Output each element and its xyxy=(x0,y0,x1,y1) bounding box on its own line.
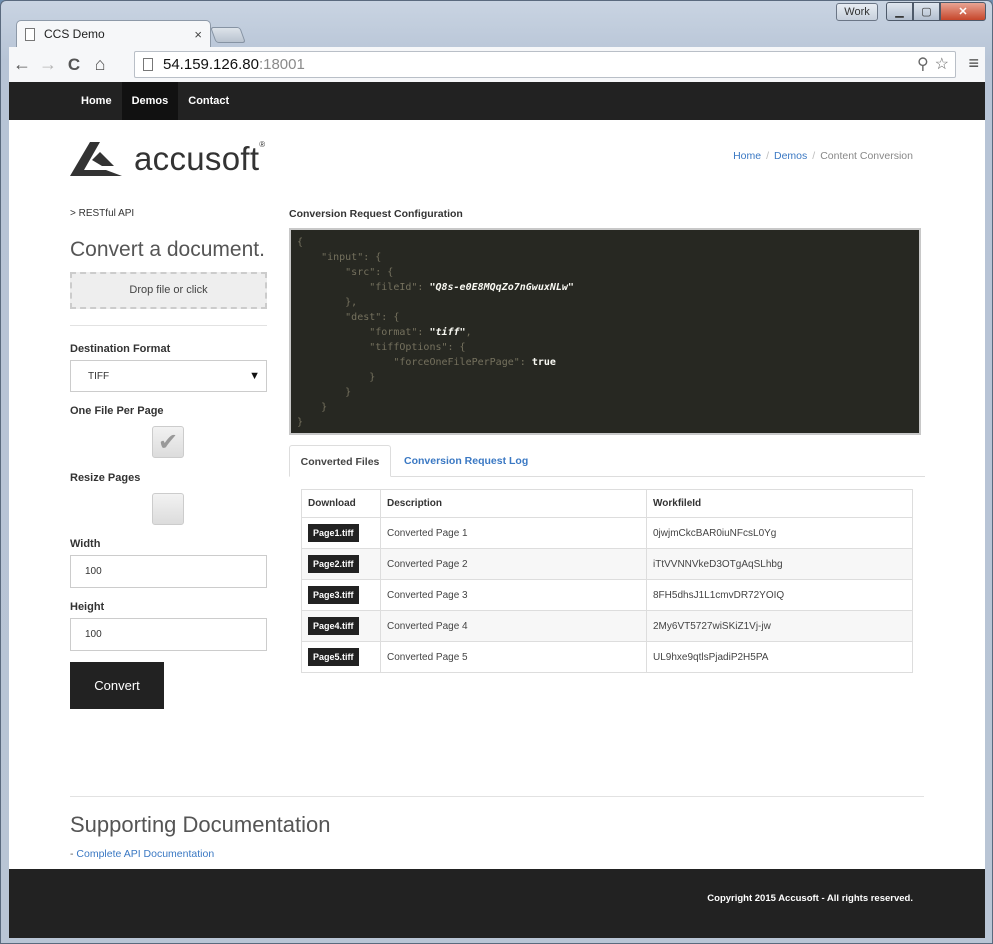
api-label: > RESTful API xyxy=(70,208,135,219)
page-header: accusoft® Home / Demos / Content Conversion xyxy=(9,120,985,208)
browser-toolbar: ← → C ⌂ 54.159.126.80:18001 ⚲ ☆ ≡ xyxy=(9,47,985,82)
resize-pages-label: Resize Pages xyxy=(70,472,141,484)
convert-button[interactable]: Convert xyxy=(70,662,164,709)
maximize-button[interactable]: ▢ xyxy=(913,2,940,21)
conversion-form: > RESTful API Convert a document. Drop f… xyxy=(70,208,267,709)
conversion-output: Conversion Request Configuration { "inpu… xyxy=(289,208,925,673)
dropdown-caret-icon: ▼ xyxy=(249,370,260,382)
table-header-row: Download Description WorkfileId xyxy=(301,489,913,518)
divider xyxy=(70,796,924,797)
description-cell: Converted Page 3 xyxy=(380,579,647,611)
output-tabs: Converted Files Conversion Request Log xyxy=(289,445,925,477)
table-row: Page4.tiff Converted Page 4 2My6VT5727wi… xyxy=(301,610,913,642)
tab-close-icon[interactable]: × xyxy=(194,27,202,42)
supporting-docs: Supporting Documentation - Complete API … xyxy=(70,812,331,860)
file-dropzone[interactable]: Drop file or click xyxy=(70,272,267,309)
page-icon xyxy=(143,58,153,71)
url-port: :18001 xyxy=(258,56,305,73)
converted-files-table: Download Description WorkfileId Page1.ti… xyxy=(301,489,913,673)
page-title: Convert a document. xyxy=(70,238,265,261)
download-button[interactable]: Page3.tiff xyxy=(308,586,359,604)
back-icon[interactable]: ← xyxy=(9,52,35,78)
site-navbar: Home Demos Contact xyxy=(9,82,985,120)
api-documentation-link[interactable]: Complete API Documentation xyxy=(76,848,214,860)
breadcrumb-separator: / xyxy=(766,150,769,162)
column-header: WorkfileId xyxy=(646,489,913,518)
download-button[interactable]: Page5.tiff xyxy=(308,648,359,666)
title-bar: Work ▁ ▢ ✕ CCS Demo × xyxy=(1,1,992,47)
accusoft-logo-icon xyxy=(70,142,122,176)
logo-text: accusoft® xyxy=(134,140,266,177)
breadcrumb-home[interactable]: Home xyxy=(733,150,761,162)
browser-window: Work ▁ ▢ ✕ CCS Demo × ← → C ⌂ 54.159.126… xyxy=(0,0,993,944)
workfile-id-cell: 8FH5dhsJ1L1cmvDR72YOIQ xyxy=(646,579,913,611)
supporting-docs-heading: Supporting Documentation xyxy=(70,812,331,837)
site-footer: Copyright 2015 Accusoft - All rights res… xyxy=(9,869,985,938)
breadcrumb-separator: / xyxy=(812,150,816,162)
minimize-button[interactable]: ▁ xyxy=(886,2,913,21)
url-host: 54.159.126.80 xyxy=(163,56,259,73)
tab-title: CCS Demo xyxy=(44,27,105,41)
config-title: Conversion Request Configuration xyxy=(289,208,463,220)
request-config-code: { "input": { "src": { "fileId": "Q8s-e0E… xyxy=(289,228,921,435)
workfile-id-cell: 2My6VT5727wiSKiZ1Vj-jw xyxy=(646,610,913,642)
description-cell: Converted Page 1 xyxy=(380,517,647,549)
tab-converted-files[interactable]: Converted Files xyxy=(289,445,391,477)
breadcrumb-current: Content Conversion xyxy=(820,150,913,162)
dest-format-select[interactable]: TIFF ▼ xyxy=(70,360,267,392)
window-controls: ▁ ▢ ✕ xyxy=(886,2,986,21)
height-input[interactable]: 100 xyxy=(70,618,267,651)
page-icon xyxy=(25,27,35,41)
nav-contact[interactable]: Contact xyxy=(178,82,239,120)
omnibox-actions: ⚲ ☆ xyxy=(917,54,949,74)
tab-conversion-request-log[interactable]: Conversion Request Log xyxy=(404,445,528,477)
workfile-id-cell: 0jwjmCkcBAR0iuNFcsL0Yg xyxy=(646,517,913,549)
one-file-per-page-label: One File Per Page xyxy=(70,405,164,417)
copyright-text: Copyright 2015 Accusoft - All rights res… xyxy=(707,893,913,904)
description-cell: Converted Page 4 xyxy=(380,610,647,642)
workfile-id-cell: iTtVVNNVkeD3OTgAqSLhbg xyxy=(646,548,913,580)
one-file-per-page-checkbox[interactable]: ✔ xyxy=(152,426,184,458)
nav-demos[interactable]: Demos xyxy=(121,82,179,120)
search-icon[interactable]: ⚲ xyxy=(917,54,929,74)
download-button[interactable]: Page2.tiff xyxy=(308,555,359,573)
reload-icon[interactable]: C xyxy=(61,52,87,78)
description-cell: Converted Page 5 xyxy=(380,641,647,673)
home-icon[interactable]: ⌂ xyxy=(87,52,113,78)
description-cell: Converted Page 2 xyxy=(380,548,647,580)
address-bar[interactable]: 54.159.126.80:18001 ⚲ ☆ xyxy=(134,51,956,78)
table-row: Page1.tiff Converted Page 1 0jwjmCkcBAR0… xyxy=(301,517,913,549)
page-viewport: Home Demos Contact accusoft® Home / Demos /… xyxy=(9,82,985,938)
table-row: Page2.tiff Converted Page 2 iTtVVNNVkeD3… xyxy=(301,548,913,580)
table-row: Page5.tiff Converted Page 5 UL9hxe9qtlsP… xyxy=(301,641,913,673)
new-tab-button[interactable] xyxy=(210,27,246,43)
doc-link-row: - Complete API Documentation xyxy=(70,848,331,860)
download-button[interactable]: Page4.tiff xyxy=(308,617,359,635)
divider xyxy=(70,325,267,326)
download-button[interactable]: Page1.tiff xyxy=(308,524,359,542)
close-window-button[interactable]: ✕ xyxy=(940,2,986,21)
resize-pages-checkbox[interactable] xyxy=(152,493,184,525)
dest-format-value: TIFF xyxy=(88,370,110,382)
browser-tab[interactable]: CCS Demo × xyxy=(16,20,211,47)
checkmark-icon: ✔ xyxy=(157,428,179,456)
breadcrumb-demos[interactable]: Demos xyxy=(774,150,807,162)
width-label: Width xyxy=(70,538,101,550)
width-input[interactable]: 100 xyxy=(70,555,267,588)
profile-badge[interactable]: Work xyxy=(836,3,878,21)
column-header: Download xyxy=(301,489,381,518)
accusoft-logo[interactable]: accusoft® xyxy=(70,140,266,178)
forward-icon[interactable]: → xyxy=(35,52,61,78)
nav-home[interactable]: Home xyxy=(71,82,122,120)
bookmark-star-icon[interactable]: ☆ xyxy=(935,54,949,74)
height-label: Height xyxy=(70,601,105,613)
column-header: Description xyxy=(380,489,647,518)
browser-menu-icon[interactable]: ≡ xyxy=(968,53,979,74)
dest-format-label: Destination Format xyxy=(70,343,171,355)
table-row: Page3.tiff Converted Page 3 8FH5dhsJ1L1c… xyxy=(301,579,913,611)
workfile-id-cell: UL9hxe9qtlsPjadiP2H5PA xyxy=(646,641,913,673)
breadcrumb: Home / Demos / Content Conversion xyxy=(733,150,913,162)
